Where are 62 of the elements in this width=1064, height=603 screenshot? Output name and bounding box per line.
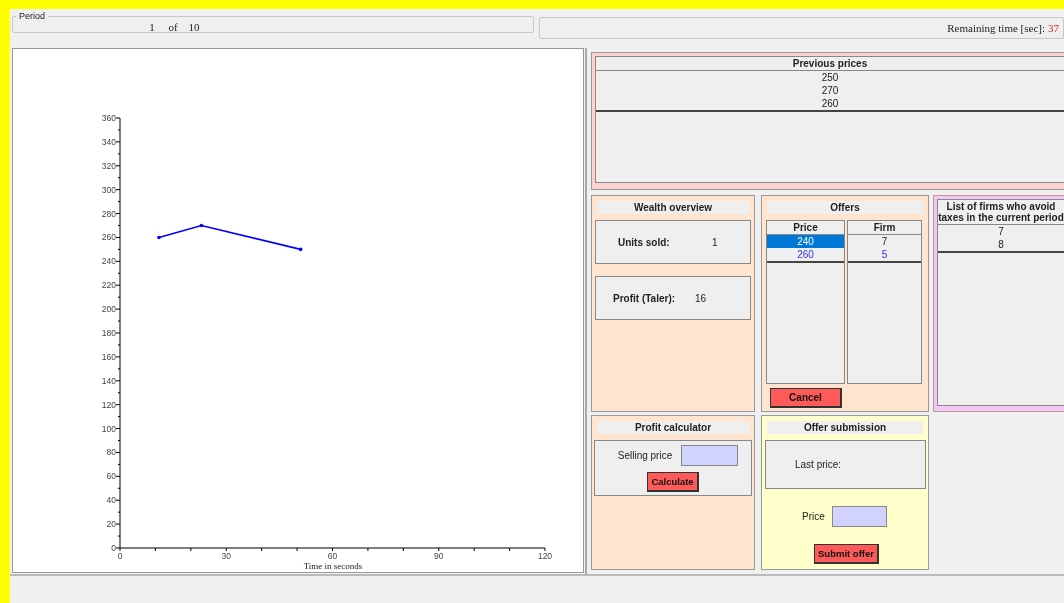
data-point (298, 247, 303, 252)
tick-label: 280 (101, 208, 116, 219)
tick-label: 100 (101, 423, 116, 434)
data-point (199, 223, 204, 228)
list-item: 8 (997, 238, 1005, 251)
panel-title: Offer submission (767, 421, 923, 434)
tick-label: 0 (111, 543, 116, 553)
price-field[interactable] (831, 506, 887, 527)
timer-label: Remaining time [sec]: (947, 22, 1045, 34)
tick-label: 60 (327, 551, 338, 561)
timer-value: 37 (1048, 22, 1059, 34)
panel-title: Wealth overview (597, 201, 749, 214)
tick-label: 260 (101, 232, 116, 243)
field-label: Last price: (795, 459, 842, 470)
tick-label: 140 (101, 375, 116, 386)
tick-label: 220 (101, 280, 116, 291)
tick-label: 180 (101, 328, 116, 338)
list-item: 270 (820, 84, 840, 97)
tick-label: 240 (101, 256, 116, 267)
table-cell[interactable]: 260 (767, 248, 844, 261)
tick-label: 0 (117, 551, 123, 561)
period-total: 10 (187, 20, 201, 33)
table-cell[interactable]: 240 (767, 235, 844, 248)
list-item: 7 (997, 225, 1005, 238)
field-label: Price (802, 511, 825, 522)
field-label: Units sold: (618, 236, 671, 248)
axis-title: Time in seconds (303, 561, 363, 571)
tick-label: 120 (101, 399, 116, 410)
tick-label: 200 (101, 304, 116, 315)
table-cell[interactable]: 7 (848, 235, 921, 248)
data-point (157, 235, 161, 240)
panel-title: Profit calculator (597, 421, 749, 434)
field-value: 1 (712, 236, 718, 248)
tick-label: 20 (106, 519, 116, 530)
tick-label: 120 (537, 551, 553, 561)
table-cell[interactable]: 5 (848, 248, 921, 261)
tick-label: 60 (106, 471, 116, 482)
submit-button[interactable]: Submit offer (814, 544, 879, 564)
tick-label: 320 (101, 160, 116, 171)
tick-label: 30 (221, 551, 231, 561)
list-header: Previous prices (596, 57, 1064, 71)
tick-label: 360 (101, 113, 116, 123)
tick-label: 340 (101, 136, 116, 147)
price-field[interactable] (681, 445, 739, 466)
list-item: 250 (820, 71, 840, 84)
tick-label: 40 (106, 495, 116, 506)
field-label: Profit (Taler): (613, 292, 677, 304)
frame-label: Period (18, 11, 46, 21)
tick-label: 300 (101, 184, 116, 195)
cancel-button[interactable]: Cancel (770, 388, 842, 408)
tick-label: 90 (434, 551, 444, 561)
of-label: of (167, 20, 179, 33)
field-label: Selling price (617, 450, 673, 461)
calculate-button[interactable]: Calculate (647, 472, 699, 492)
list-header: List of firms who avoid taxes in the current period (938, 200, 1064, 225)
field-value: 16 (695, 292, 707, 304)
period-number: 1 (148, 20, 156, 33)
column-header: Firm (848, 221, 921, 235)
list-item: 260 (820, 97, 840, 110)
tick-label: 80 (106, 447, 116, 458)
tick-label: 160 (101, 351, 116, 362)
panel-title: Offers (767, 201, 923, 214)
